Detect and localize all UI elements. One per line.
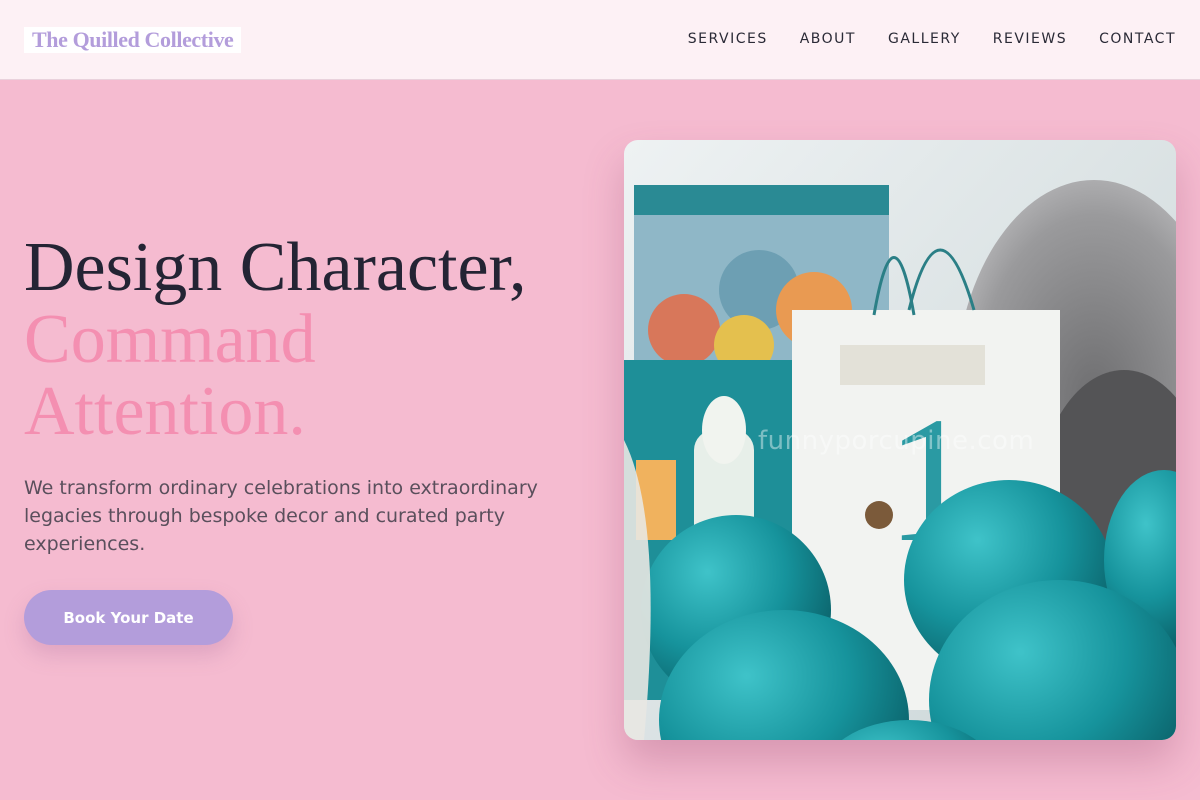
hero-title-line-2: Command (24, 301, 316, 378)
hero-title-line-3: Attention. (24, 373, 306, 450)
nav-link-services[interactable]: SERVICES (688, 29, 768, 49)
site-header: The Quilled Collective SERVICES ABOUT GA… (0, 0, 1200, 80)
nav-link-about[interactable]: ABOUT (800, 29, 856, 49)
book-your-date-button[interactable]: Book Your Date (24, 590, 233, 645)
hero-title-line-1: Design Character, (24, 229, 527, 306)
nav-link-gallery[interactable]: GALLERY (888, 29, 961, 49)
hero-subtitle: We transform ordinary celebrations into … (24, 477, 538, 555)
brand-logo[interactable]: The Quilled Collective (24, 27, 242, 53)
photo-watermark: funnyporcupine.com (758, 426, 1035, 456)
nav-link-reviews[interactable]: REVIEWS (993, 29, 1067, 49)
nav-link-contact[interactable]: CONTACT (1099, 29, 1176, 49)
main-nav: SERVICES ABOUT GALLERY REVIEWS CONTACT (688, 29, 1176, 49)
hero-photo: 1 funnyporcupine.com (624, 140, 1176, 740)
hero-title: Design Character, Command Attention. (24, 232, 584, 448)
